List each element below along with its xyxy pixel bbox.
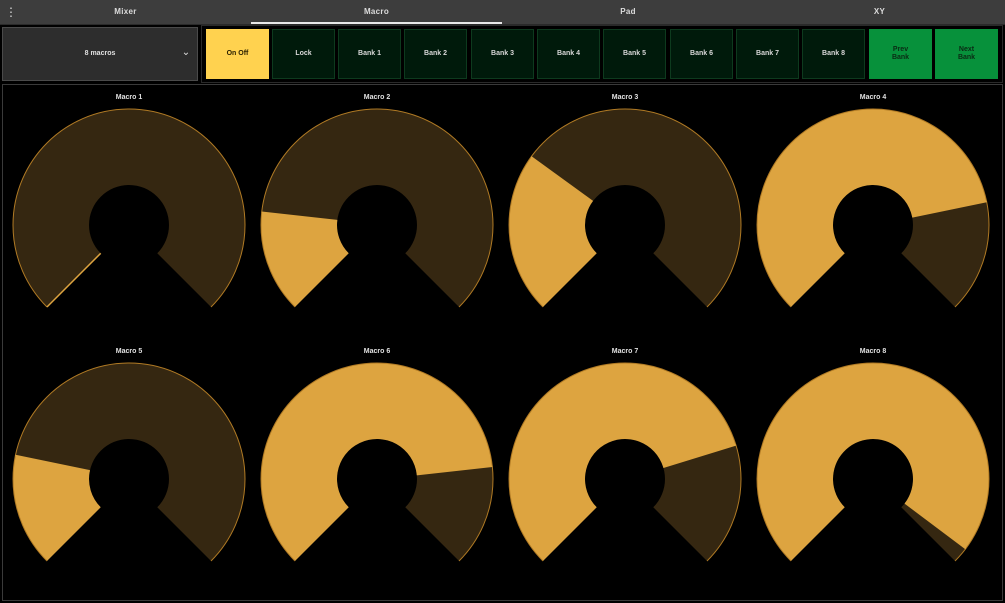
bank-5-button[interactable]: Bank 5 — [603, 29, 666, 79]
macro-8-value-fill — [757, 363, 989, 562]
macro-4-knob[interactable] — [755, 107, 991, 343]
bank-7-button[interactable]: Bank 7 — [736, 29, 799, 79]
macro-3-label: Macro 3 — [611, 94, 639, 101]
macro-6-knob[interactable] — [259, 361, 495, 597]
macro-5-value-fill — [13, 455, 101, 562]
macro-3-knob[interactable] — [507, 107, 743, 343]
macro-knob-panel: Macro 1 Macro 2 Macro 3 Macro 4 Macro 5 Macro… — [2, 84, 1003, 601]
on-off-button[interactable]: On Off — [206, 29, 269, 79]
macro-2-knob[interactable] — [259, 107, 495, 343]
macro-1-track — [13, 108, 245, 308]
chevron-down-icon: ⌄ — [181, 47, 191, 58]
macro-count-value: 8 macros — [84, 50, 116, 57]
bank-button-strip: On Off Lock Bank 1 Bank 2 Bank 3 Bank 4 Bank 5… — [201, 25, 1003, 83]
next-bank-button[interactable]: Next Bank — [935, 29, 998, 79]
macro-1-label: Macro 1 — [115, 94, 143, 101]
macro-1-knob[interactable] — [11, 107, 247, 343]
bank-6-button[interactable]: Bank 6 — [670, 29, 733, 79]
bank-3-button[interactable]: Bank 3 — [471, 29, 534, 79]
bank-2-button[interactable]: Bank 2 — [404, 29, 467, 79]
macro-toolbar: 8 macros ⌄ On Off Lock Bank 1 Bank 2 Bank 3B… — [0, 25, 1005, 83]
bank-4-button[interactable]: Bank 4 — [537, 29, 600, 79]
bank-1-button[interactable]: Bank 1 — [338, 29, 401, 79]
tab-mixer[interactable]: Mixer — [0, 0, 251, 24]
macro-7-label: Macro 7 — [611, 348, 639, 355]
macro-5-label: Macro 5 — [115, 348, 143, 355]
bank-8-button[interactable]: Bank 8 — [802, 29, 865, 79]
lock-button[interactable]: Lock — [272, 29, 335, 79]
macro-6-label: Macro 6 — [363, 348, 391, 355]
macro-5-knob[interactable] — [11, 361, 247, 597]
macro-2-label: Macro 2 — [363, 94, 391, 101]
macro-7-knob[interactable] — [507, 361, 743, 597]
macro-8-knob[interactable] — [755, 361, 991, 597]
macro-2-value-fill — [261, 212, 349, 308]
tab-pad[interactable]: Pad — [502, 0, 754, 24]
tab-macro[interactable]: Macro — [251, 0, 502, 24]
macro-count-dropdown[interactable]: 8 macros ⌄ — [2, 27, 198, 81]
macro-4-label: Macro 4 — [859, 94, 887, 101]
macro-8-label: Macro 8 — [859, 348, 887, 355]
tab-bar: ⋮ Mixer Macro Pad XY — [0, 0, 1005, 25]
tab-xy[interactable]: XY — [754, 0, 1005, 24]
prev-bank-button[interactable]: Prev Bank — [869, 29, 932, 79]
